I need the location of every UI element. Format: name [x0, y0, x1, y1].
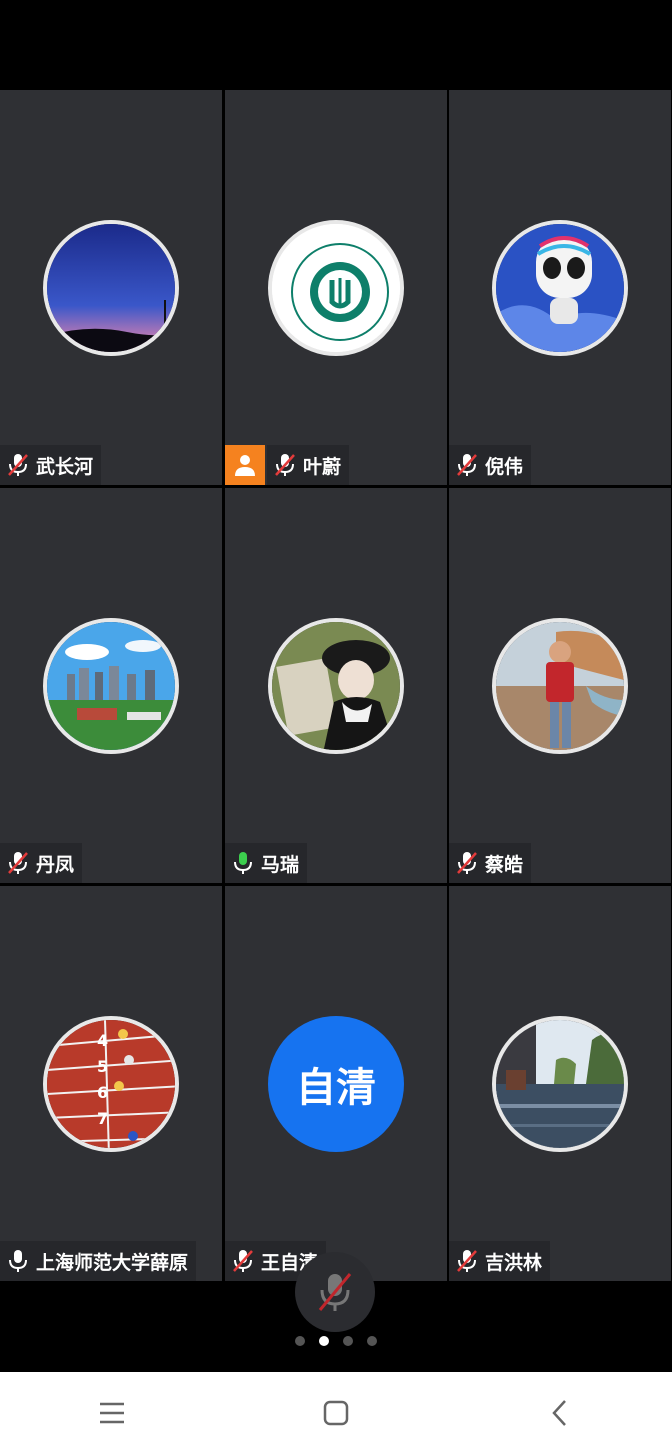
system-nav-bar — [0, 1372, 672, 1454]
avatar — [43, 618, 179, 754]
home-icon — [323, 1400, 349, 1426]
mic-muted-icon — [457, 852, 477, 874]
participant-name: 马瑞 — [261, 853, 300, 876]
participant-tile[interactable]: 武长河 — [0, 90, 222, 485]
page-dot[interactable] — [343, 1336, 353, 1346]
svg-text:6: 6 — [97, 1083, 108, 1102]
svg-text:4: 4 — [97, 1031, 108, 1050]
host-badge — [225, 445, 265, 485]
back-icon — [552, 1400, 566, 1426]
menu-button[interactable] — [82, 1383, 142, 1443]
participant-name-label: 武长河 — [0, 445, 102, 485]
participant-tile[interactable]: 马瑞 — [225, 488, 447, 883]
mic-muted-icon — [233, 1250, 253, 1272]
avatar: 自清 — [268, 1016, 404, 1152]
participant-tile[interactable]: 倪伟 — [449, 90, 671, 485]
page-indicator — [0, 1336, 672, 1346]
page-dot[interactable] — [295, 1336, 305, 1346]
university-logo-icon — [272, 224, 400, 352]
avatar — [492, 220, 628, 356]
svg-text:7: 7 — [97, 1109, 108, 1128]
participant-name-label: 上海师范大学薛原 — [0, 1241, 197, 1281]
participant-name-label: 丹凤 — [0, 843, 83, 883]
mic-on-icon — [9, 1250, 27, 1272]
avatar — [268, 220, 404, 356]
participant-tile[interactable]: 丹凤 — [0, 488, 222, 883]
participant-name: 蔡皓 — [485, 853, 524, 876]
participant-tile[interactable]: 自清 王自清 — [225, 886, 447, 1281]
participant-name-label: 马瑞 — [225, 843, 308, 883]
mic-muted-icon — [8, 852, 28, 874]
mic-muted-icon — [275, 454, 295, 476]
person-icon — [235, 455, 255, 476]
participant-name: 倪伟 — [485, 455, 524, 478]
avatar — [492, 1016, 628, 1152]
participant-name: 上海师范大学薛原 — [36, 1251, 189, 1274]
participant-tile[interactable]: 蔡皓 — [449, 488, 671, 883]
menu-icon — [100, 1402, 124, 1424]
page-dot-active[interactable] — [319, 1336, 329, 1346]
participant-tile[interactable]: 4 5 6 7 上海师范大学薛原 — [0, 886, 222, 1281]
participant-name: 武长河 — [36, 455, 94, 478]
avatar — [492, 618, 628, 754]
participant-tile[interactable]: 吉洪林 — [449, 886, 671, 1281]
participant-tile[interactable]: 叶蔚 — [225, 90, 447, 485]
participant-name-label: 吉洪林 — [449, 1241, 551, 1281]
participant-name-label: 倪伟 — [449, 445, 532, 485]
mic-muted-icon — [457, 1250, 477, 1272]
avatar — [268, 618, 404, 754]
video-grid: 武长河 叶蔚 倪伟 丹凤 马瑞 蔡皓 4 5 6 7 上海师范大学薛原 自清 王… — [0, 90, 672, 1282]
mic-muted-icon — [8, 454, 28, 476]
participant-name: 叶蔚 — [303, 455, 342, 478]
page-dot[interactable] — [367, 1336, 377, 1346]
participant-name: 丹凤 — [36, 853, 75, 876]
svg-text:5: 5 — [97, 1057, 108, 1076]
avatar — [43, 220, 179, 356]
mic-muted-icon — [457, 454, 477, 476]
participant-name: 吉洪林 — [485, 1251, 543, 1274]
participant-name-label: 叶蔚 — [267, 445, 350, 485]
mute-toggle-button[interactable] — [295, 1252, 375, 1332]
back-button[interactable] — [530, 1383, 590, 1443]
avatar: 4 5 6 7 — [43, 1016, 179, 1152]
mic-muted-icon — [318, 1273, 352, 1311]
home-button[interactable] — [306, 1383, 366, 1443]
mic-active-icon — [234, 852, 252, 874]
participant-name-label: 蔡皓 — [449, 843, 532, 883]
